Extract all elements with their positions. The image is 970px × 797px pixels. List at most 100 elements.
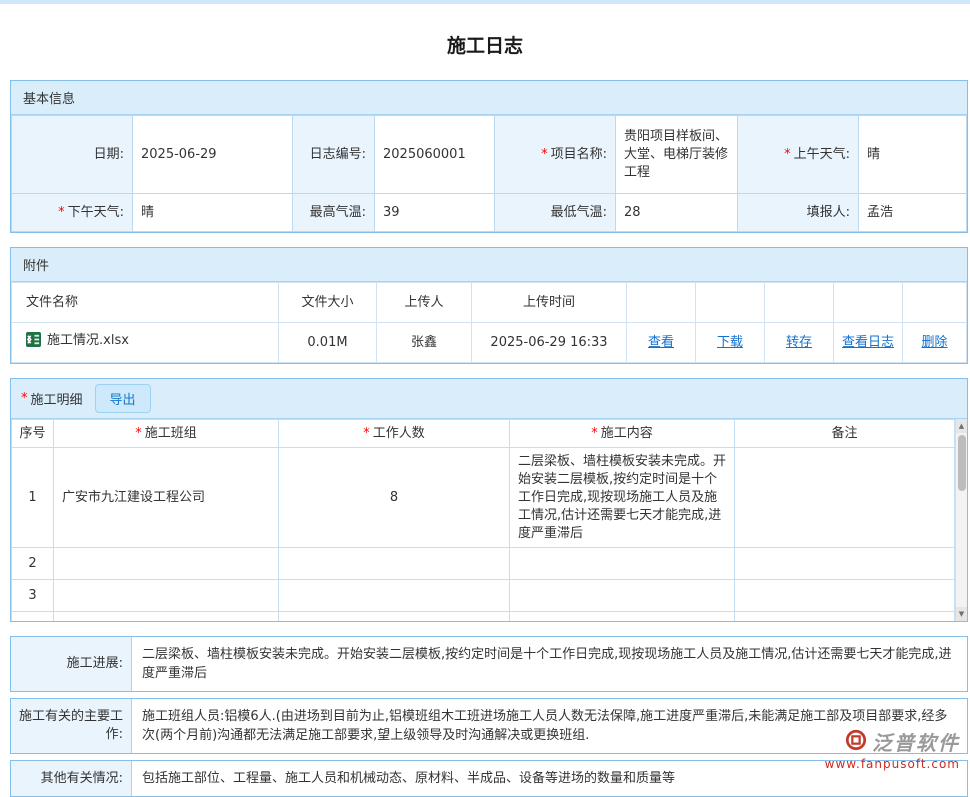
attachment-file-size: 0.01M	[279, 323, 377, 363]
field-value-project-name: 贵阳项目样板间、大堂、电梯厅装修工程	[616, 116, 738, 194]
attachments-header: 附件	[11, 248, 967, 282]
detail-cell-content	[510, 580, 735, 612]
team-col-label: 施工班组	[145, 426, 197, 441]
field-label-date: 日期:	[12, 116, 133, 194]
field-label-log-number: 日志编号:	[293, 116, 375, 194]
export-button[interactable]: 导出	[95, 384, 151, 413]
attachment-download-link[interactable]: 下载	[717, 335, 743, 350]
required-mark: *	[135, 426, 142, 441]
detail-row: 3	[12, 580, 955, 612]
detail-table: 序号 *施工班组 *工作人数 *施工内容 备注 1 广安市九江建设工程公司 8 …	[11, 419, 955, 621]
field-value-reporter: 孟浩	[859, 194, 967, 232]
detail-cell-index: 1	[12, 448, 54, 548]
detail-cell-team	[54, 580, 279, 612]
morning-weather-label: 上午天气:	[794, 147, 850, 162]
detail-cell-content	[510, 612, 735, 622]
detail-cell-team	[54, 612, 279, 622]
detail-col-content: *施工内容	[510, 420, 735, 448]
detail-cell-remark	[735, 580, 955, 612]
fanpu-logo-icon	[845, 729, 867, 755]
field-value-afternoon-weather: 晴	[133, 194, 293, 232]
detail-row: 4	[12, 612, 955, 622]
date-label: 日期:	[94, 147, 124, 162]
required-mark: *	[784, 147, 791, 162]
detail-cell-workers	[279, 612, 510, 622]
construction-progress-value: 二层梁板、墙柱模板安装未完成。开始安装二层模板,按约定时间是十个工作日完成,现按…	[132, 637, 967, 691]
construction-progress-label: 施工进展:	[11, 637, 132, 691]
detail-cell-index: 3	[12, 580, 54, 612]
page-title: 施工日志	[0, 4, 970, 80]
field-label-min-temp: 最低气温:	[495, 194, 616, 232]
attachments-col-uploadtime: 上传时间	[472, 283, 627, 323]
basic-info-header: 基本信息	[11, 81, 967, 115]
attachments-col-action-1	[627, 283, 696, 323]
attachments-col-action-5	[903, 283, 967, 323]
afternoon-weather-label: 下午天气:	[68, 205, 124, 220]
scroll-thumb[interactable]	[958, 435, 966, 491]
fanpu-url: www.fanpusoft.com	[825, 757, 960, 771]
detail-vertical-scrollbar[interactable]: ▲ ▼	[955, 419, 967, 621]
main-work-label: 施工有关的主要工作:	[11, 699, 132, 753]
attachments-col-action-4	[834, 283, 903, 323]
basic-info-table: 日期: 2025-06-29 日志编号: 2025060001 *项目名称: 贵…	[11, 115, 967, 232]
required-mark: *	[58, 205, 65, 220]
reporter-label: 填报人:	[807, 205, 850, 220]
attachments-table: 文件名称 文件大小 上传人 上传时间 施工情况.xl	[11, 282, 967, 363]
attachment-row: 施工情况.xlsx 0.01M 张鑫 2025-06-29 16:33 查看 下…	[12, 323, 967, 363]
detail-panel: * 施工明细 导出 序号 *施工班组 *工作人数 *施工内容 备注 1 广安市九…	[10, 378, 968, 622]
detail-row: 2	[12, 548, 955, 580]
field-value-date: 2025-06-29	[133, 116, 293, 194]
attachment-action-cell: 删除	[903, 323, 967, 363]
attachment-action-cell: 查看日志	[834, 323, 903, 363]
fanpu-brand-text: 泛普软件	[872, 727, 960, 756]
attachment-action-cell: 转存	[765, 323, 834, 363]
detail-cell-remark	[735, 448, 955, 548]
detail-cell-index: 2	[12, 548, 54, 580]
attachment-uploader: 张鑫	[377, 323, 472, 363]
detail-col-workers: *工作人数	[279, 420, 510, 448]
scroll-up-arrow-icon[interactable]: ▲	[956, 419, 968, 433]
required-mark: *	[591, 426, 598, 441]
field-label-afternoon-weather: *下午天气:	[12, 194, 133, 232]
attachment-view-link[interactable]: 查看	[648, 335, 674, 350]
detail-col-team: *施工班组	[54, 420, 279, 448]
detail-cell-content	[510, 548, 735, 580]
attachment-upload-time: 2025-06-29 16:33	[472, 323, 627, 363]
detail-cell-content: 二层梁板、墙柱模板安装未完成。开始安装二层模板,按约定时间是十个工作日完成,现按…	[510, 448, 735, 548]
attachments-col-filename: 文件名称	[12, 283, 279, 323]
required-mark: *	[21, 391, 28, 406]
field-value-max-temp: 39	[375, 194, 495, 232]
detail-header: * 施工明细 导出	[11, 379, 967, 419]
detail-header-title: 施工明细	[31, 389, 83, 408]
excel-file-icon	[26, 332, 41, 353]
required-mark: *	[541, 147, 548, 162]
detail-cell-team: 广安市九江建设工程公司	[54, 448, 279, 548]
attachment-view-log-link[interactable]: 查看日志	[842, 335, 894, 350]
detail-header-row: 序号 *施工班组 *工作人数 *施工内容 备注	[12, 420, 955, 448]
field-label-morning-weather: *上午天气:	[738, 116, 859, 194]
detail-cell-workers	[279, 548, 510, 580]
detail-cell-team	[54, 548, 279, 580]
field-value-morning-weather: 晴	[859, 116, 967, 194]
detail-cell-workers: 8	[279, 448, 510, 548]
attachments-header-row: 文件名称 文件大小 上传人 上传时间	[12, 283, 967, 323]
log-number-label: 日志编号:	[310, 147, 366, 162]
attachment-file-name: 施工情况.xlsx	[47, 333, 129, 348]
detail-cell-remark	[735, 548, 955, 580]
scroll-down-arrow-icon[interactable]: ▼	[956, 607, 968, 621]
attachment-action-cell: 下载	[696, 323, 765, 363]
attachment-delete-link[interactable]: 删除	[921, 335, 947, 350]
attachment-action-cell: 查看	[627, 323, 696, 363]
field-label-project-name: *项目名称:	[495, 116, 616, 194]
detail-col-remark: 备注	[735, 420, 955, 448]
attachments-col-action-2	[696, 283, 765, 323]
attachment-transfer-link[interactable]: 转存	[786, 335, 812, 350]
detail-col-index: 序号	[12, 420, 54, 448]
field-label-reporter: 填报人:	[738, 194, 859, 232]
field-value-log-number: 2025060001	[375, 116, 495, 194]
workers-col-label: 工作人数	[373, 426, 425, 441]
detail-table-viewport: 序号 *施工班组 *工作人数 *施工内容 备注 1 广安市九江建设工程公司 8 …	[11, 419, 967, 621]
detail-cell-remark	[735, 612, 955, 622]
basic-info-panel: 基本信息 日期: 2025-06-29 日志编号: 2025060001 *项目…	[10, 80, 968, 233]
detail-cell-workers	[279, 580, 510, 612]
